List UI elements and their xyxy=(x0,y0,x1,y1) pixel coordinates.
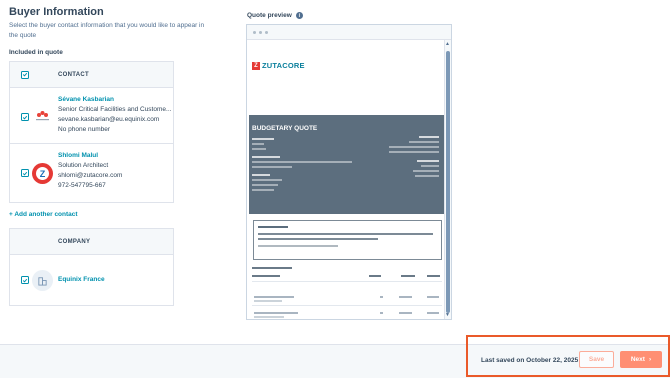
scroll-down-icon[interactable]: ▼ xyxy=(445,312,450,318)
equinix-logo xyxy=(32,106,53,127)
company-checkbox[interactable] xyxy=(21,276,29,284)
company-avatar xyxy=(32,270,53,291)
equinix-mark-icon xyxy=(36,111,49,121)
check-icon xyxy=(22,171,28,176)
products-title-line xyxy=(252,267,292,269)
logo-text: ZUTACORE xyxy=(262,61,305,70)
contact-title: Senior Critical Facilities and Custome..… xyxy=(58,106,172,113)
company-card: COMPANY Equinix France xyxy=(9,228,174,306)
dot-icon xyxy=(259,30,262,34)
building-icon xyxy=(38,277,47,286)
project-description-box xyxy=(253,220,442,260)
quote-preview-label: Quote preview i xyxy=(247,12,303,19)
company-column-header: COMPANY xyxy=(58,238,91,245)
save-button[interactable]: Save xyxy=(579,351,614,368)
next-button-label: Next xyxy=(630,356,645,363)
buyer-info-panel: Buyer Information Select the buyer conta… xyxy=(9,5,204,306)
add-contact-link[interactable]: + Add another contact xyxy=(9,211,177,218)
contact-email: shlomi@zutacore.com xyxy=(58,172,123,179)
contact-card: CONTACT Sévane Kasbarian Senior Critical… xyxy=(9,61,174,203)
page-subtitle: Select the buyer contact information tha… xyxy=(9,22,205,39)
products-table-header xyxy=(252,275,442,277)
zutacore-avatar: Z xyxy=(32,163,53,184)
contact-title: Solution Architect xyxy=(58,162,109,169)
included-label: Included in quote xyxy=(9,49,63,56)
chevron-right-icon: › xyxy=(648,356,652,363)
quote-header-band: BUDGETARY QUOTE xyxy=(249,115,444,214)
quote-doc-title: BUDGETARY QUOTE xyxy=(252,125,318,132)
scroll-up-icon[interactable]: ▲ xyxy=(445,41,450,47)
contact-card-header: CONTACT xyxy=(10,62,173,88)
products-table-divider xyxy=(252,281,442,282)
company-name[interactable]: Equinix France xyxy=(58,275,105,285)
contact-phone: 972-547795-667 xyxy=(58,182,106,189)
company-row: Equinix France xyxy=(10,255,173,305)
company-card-header: COMPANY xyxy=(10,229,173,255)
contact-info: Sévane Kasbarian Senior Critical Facilit… xyxy=(58,95,171,135)
contact-info: Shlomi Malul Solution Architect shlomi@z… xyxy=(58,151,122,191)
check-icon xyxy=(22,72,28,77)
preview-toolbar xyxy=(247,25,451,40)
page-title: Buyer Information xyxy=(9,6,104,18)
zutacore-z-icon: Z xyxy=(252,61,260,70)
contact-column-header: CONTACT xyxy=(58,71,89,78)
company-info: Equinix France xyxy=(58,275,105,285)
quote-preview-title: Quote preview xyxy=(247,12,292,19)
next-button[interactable]: Next › xyxy=(620,351,662,368)
zutacore-logo: Z ZUTACORE xyxy=(252,61,305,70)
dot-icon xyxy=(253,30,256,34)
contact-row: Sévane Kasbarian Senior Critical Facilit… xyxy=(10,88,173,144)
preview-scroll-thumb[interactable] xyxy=(446,51,450,313)
zutacore-z-icon: Z xyxy=(36,167,49,180)
quote-preview-frame[interactable]: ▲ ▼ Z ZUTACORE BUDGETARY QUOTE xyxy=(246,24,452,320)
contact-email: sevane.kasbarian@eu.equinix.com xyxy=(58,116,160,123)
contact-name[interactable]: Sévane Kasbarian xyxy=(58,95,171,105)
info-icon[interactable]: i xyxy=(295,12,303,19)
check-icon xyxy=(22,115,28,120)
contact-row: Z Shlomi Malul Solution Architect shlomi… xyxy=(10,144,173,202)
dot-icon xyxy=(265,30,268,34)
contact-name[interactable]: Shlomi Malul xyxy=(58,151,122,161)
check-icon xyxy=(22,278,28,283)
contact-checkbox[interactable] xyxy=(21,113,29,121)
select-all-contacts-checkbox[interactable] xyxy=(21,70,29,79)
contact-checkbox[interactable] xyxy=(21,169,29,177)
contact-phone: No phone number xyxy=(58,126,111,133)
last-saved-text: Last saved on October 22, 2025 xyxy=(481,357,579,364)
